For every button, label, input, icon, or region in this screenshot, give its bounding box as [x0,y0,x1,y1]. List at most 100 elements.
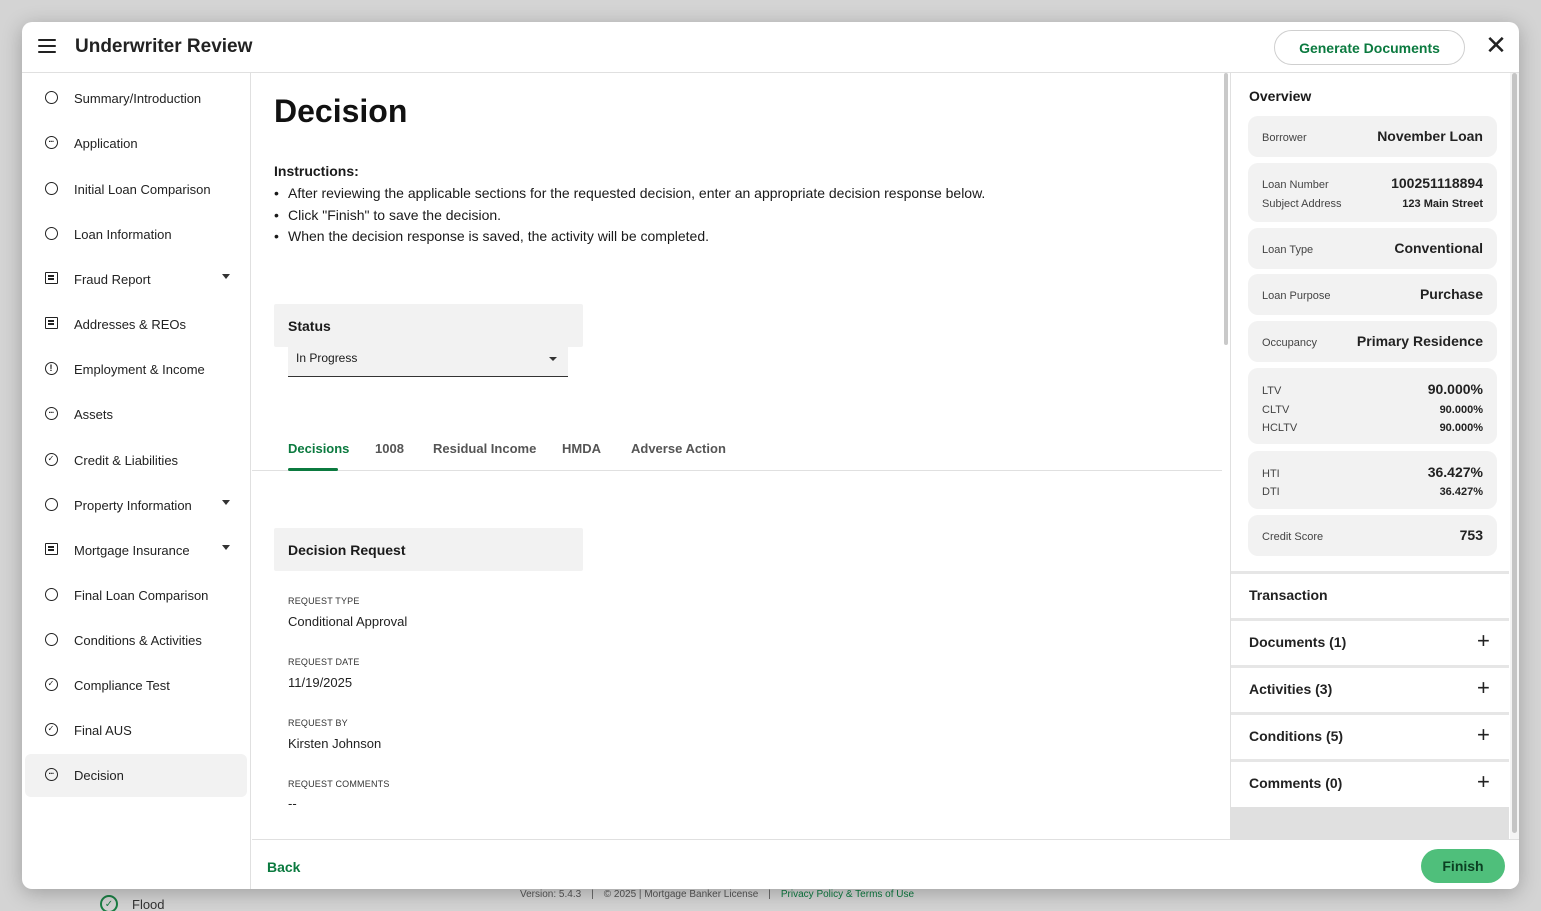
ltv-value: 90.000% [1427,381,1483,397]
sidebar-item-label: Conditions & Activities [74,633,202,648]
page-title: Decision [274,93,408,129]
occupancy-card: Occupancy Primary Residence [1248,321,1497,362]
loan-type-value: Conventional [1394,240,1483,256]
sidebar-item-fraud-report[interactable]: Fraud Report [25,258,247,301]
sidebar-item-compliance-test[interactable]: ✓ Compliance Test [25,664,247,707]
credit-score-label: Credit Score [1262,531,1324,543]
sidebar-item-label: Decision [74,768,124,783]
check-circle-icon: ✓ [44,722,58,736]
dti-value: 36.427% [1439,486,1483,498]
sidebar-item-initial-loan-comparison[interactable]: Initial Loan Comparison [25,168,247,211]
transaction-label: Transaction [1249,586,1328,603]
borrower-value: November Loan [1377,128,1483,144]
sidebar-item-label: Initial Loan Comparison [74,182,211,197]
back-button[interactable]: Back [267,859,300,875]
ltv-card: LTV 90.000% CLTV 90.000% HCLTV 90.000% [1248,368,1497,444]
instruction-item: When the decision response is saved, the… [274,226,985,248]
background-sidebar-item-flood: ✓ Flood [100,895,165,911]
dti-label: DTI [1262,486,1280,498]
hcltv-value: 90.000% [1439,422,1483,434]
footer-divider: | [768,889,771,900]
request-by-value: Kirsten Johnson [288,736,382,751]
sidebar-item-assets[interactable]: ··· Assets [25,393,247,436]
tab-decisions[interactable]: Decisions [288,441,349,456]
sidebar-item-decision[interactable]: ··· Decision [25,754,247,797]
request-comments-label: REQUEST COMMENTS [288,779,390,789]
modal-header: Underwriter Review Generate Documents ✕ [22,22,1519,73]
sidebar-item-label: Employment & Income [74,362,205,377]
plus-icon[interactable]: + [1477,630,1490,652]
main-content: Decision Instructions: After reviewing t… [252,73,1230,839]
plus-icon[interactable]: + [1477,771,1490,793]
sidebar-item-credit-liabilities[interactable]: ✓ Credit & Liabilities [25,439,247,482]
sidebar-item-label: Compliance Test [74,678,170,693]
check-circle-icon: ✓ [100,895,118,911]
modal-footer: Back Finish [252,839,1519,889]
menu-icon[interactable] [38,39,56,53]
cltv-label: CLTV [1262,404,1290,416]
report-icon [44,271,58,285]
caret-down-icon [549,357,557,361]
documents-label: Documents (1) [1249,633,1347,650]
hti-value: 36.427% [1427,464,1483,480]
circle-icon [44,181,58,195]
sidebar-item-final-aus[interactable]: ✓ Final AUS [25,709,247,752]
modal-title: Underwriter Review [75,36,253,57]
status-select[interactable]: In Progress [288,340,568,377]
dots-circle-icon: ··· [44,767,58,781]
sidebar-item-addresses-reos[interactable]: Addresses & REOs [25,303,247,346]
main-scrollbar[interactable] [1223,73,1230,839]
sidebar-item-conditions-activities[interactable]: Conditions & Activities [25,619,247,662]
sidebar-item-employment-income[interactable]: ! Employment & Income [25,348,247,391]
comments-label: Comments (0) [1249,774,1343,791]
hti-label: HTI [1262,468,1280,480]
sidebar-item-label: Summary/Introduction [74,91,202,106]
documents-accordion[interactable]: Documents (1) + [1231,618,1509,662]
conditions-accordion[interactable]: Conditions (5) + [1231,712,1509,756]
sidebar-item-label: Addresses & REOs [74,317,186,332]
tab-1008[interactable]: 1008 [375,441,404,456]
hcltv-label: HCLTV [1262,422,1298,434]
overview-panel: Overview Borrower November Loan Loan Num… [1230,73,1510,839]
sidebar-item-label: Final Loan Comparison [74,588,209,603]
plus-icon[interactable]: + [1477,677,1490,699]
sidebar-item-mortgage-insurance[interactable]: Mortgage Insurance [25,529,247,572]
status-select-value: In Progress [296,351,358,365]
instructions-list: After reviewing the applicable sections … [274,183,985,248]
comments-accordion[interactable]: Comments (0) + [1231,759,1509,803]
panel-filler [1231,807,1509,839]
circle-icon [44,632,58,646]
instruction-item: Click "Finish" to save the decision. [274,205,985,227]
overview-scrollbar[interactable] [1510,73,1519,839]
sidebar-item-loan-information[interactable]: Loan Information [25,213,247,256]
close-icon[interactable]: ✕ [1484,32,1508,58]
credit-score-card: Credit Score 753 [1248,515,1497,556]
sidebar-item-label: Loan Information [74,227,172,242]
sidebar-item-final-loan-comparison[interactable]: Final Loan Comparison [25,574,247,617]
check-circle-icon: ✓ [44,452,58,466]
decision-request-heading: Decision Request [274,528,583,571]
sidebar-item-application[interactable]: ··· Application [25,122,247,165]
loan-type-card: Loan Type Conventional [1248,228,1497,269]
caret-down-icon[interactable] [222,545,230,550]
borrower-label: Borrower [1262,132,1307,144]
active-tab-indicator [288,468,338,471]
alert-circle-icon: ! [44,361,58,375]
caret-down-icon[interactable] [222,500,230,505]
plus-icon[interactable]: + [1477,724,1490,746]
occupancy-value: Primary Residence [1356,333,1483,349]
request-comments-value: -- [288,796,297,811]
transaction-accordion[interactable]: Transaction [1231,571,1509,615]
loan-number-label: Loan Number [1262,179,1329,191]
sidebar-item-summary[interactable]: Summary/Introduction [25,77,247,120]
caret-down-icon[interactable] [222,274,230,279]
background-sidebar-label: Flood [132,896,165,911]
tab-residual-income[interactable]: Residual Income [433,441,536,456]
sidebar-item-property-information[interactable]: Property Information [25,484,247,527]
activities-accordion[interactable]: Activities (3) + [1231,665,1509,709]
generate-documents-button[interactable]: Generate Documents [1274,30,1465,65]
finish-button[interactable]: Finish [1421,849,1505,883]
tab-adverse-action[interactable]: Adverse Action [631,441,726,456]
loan-number-card: Loan Number 100251118894 Subject Address… [1248,163,1497,222]
tab-hmda[interactable]: HMDA [562,441,601,456]
